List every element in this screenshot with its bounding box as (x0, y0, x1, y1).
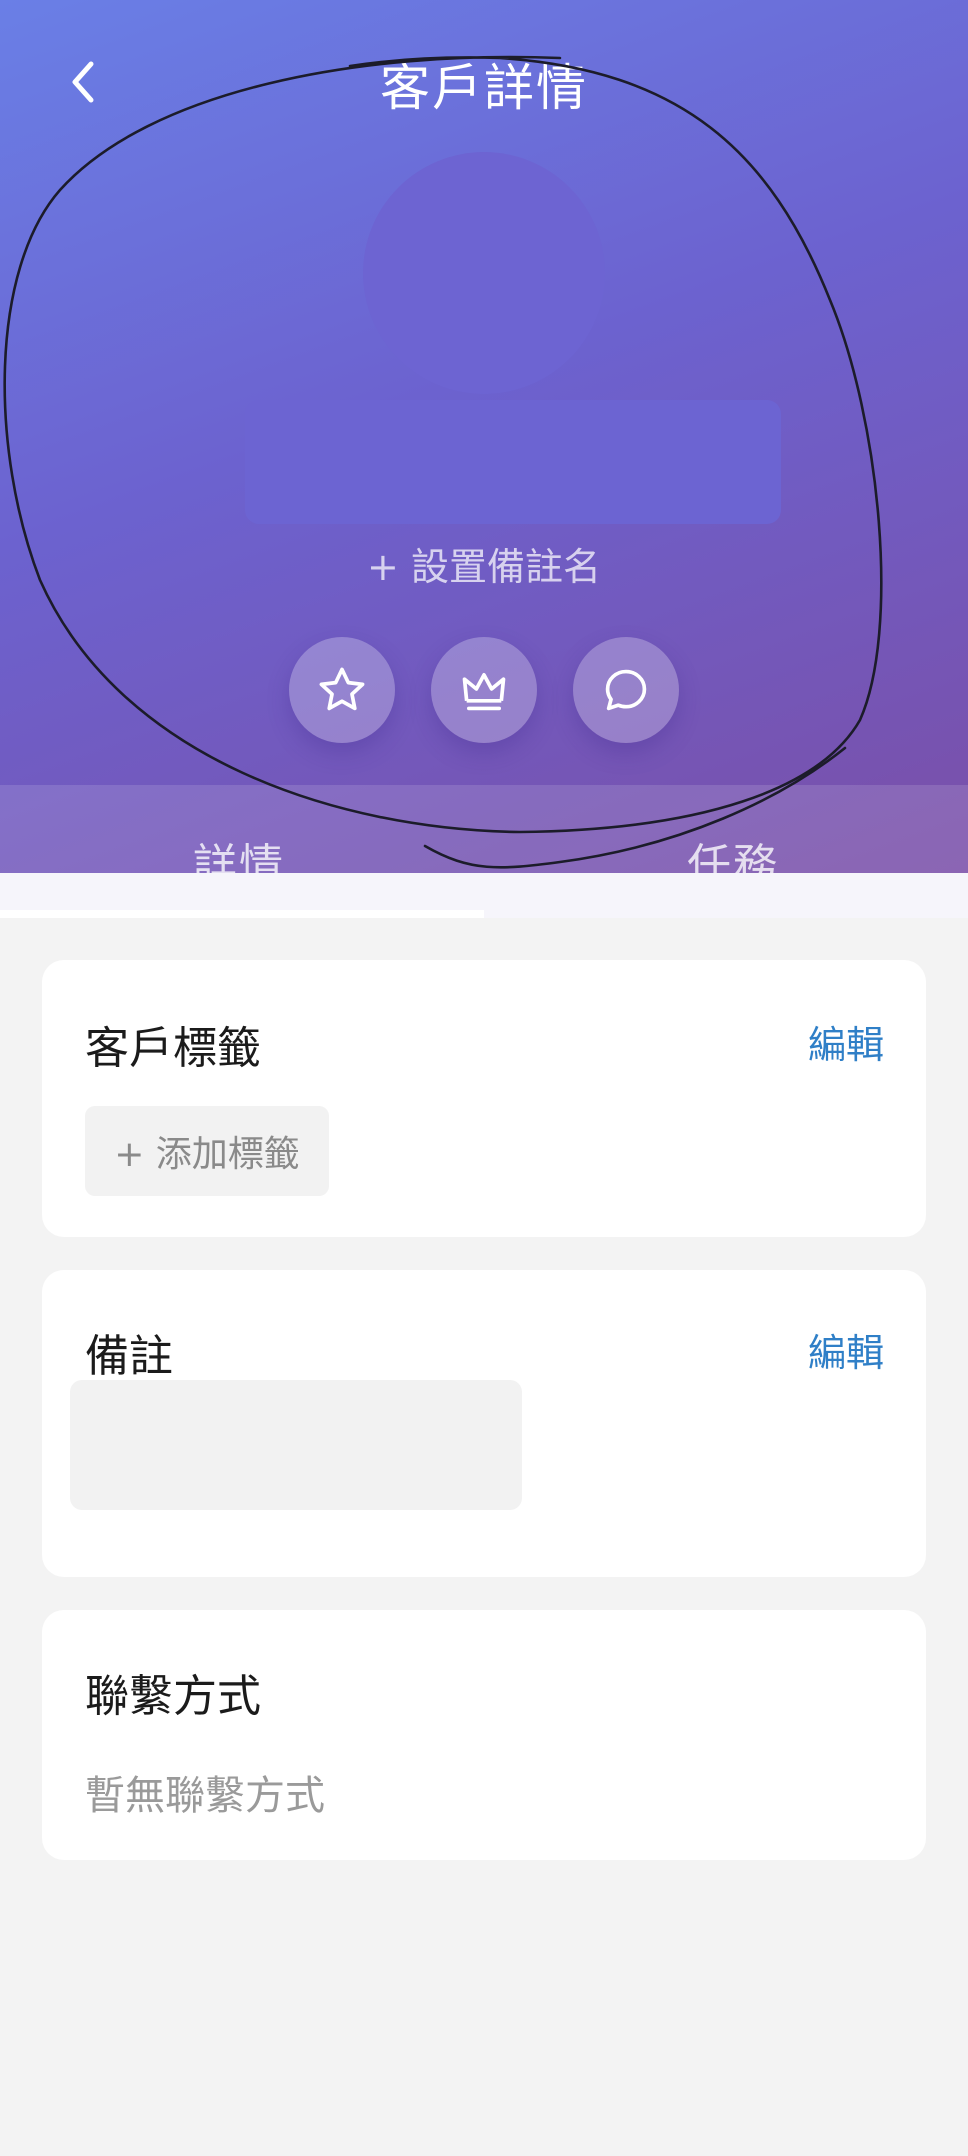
star-button[interactable] (289, 637, 395, 743)
star-icon (319, 667, 365, 711)
customer-tags-title: 客戶標籤 (85, 1023, 261, 1074)
chat-bubble-icon (605, 669, 647, 711)
page-title: 客戶詳情 (380, 59, 588, 117)
tab-tasks[interactable]: 任務 (687, 829, 779, 873)
remark-card: 備註 編輯 (42, 1270, 926, 1577)
action-buttons (0, 637, 968, 743)
remark-text-area[interactable] (70, 1380, 522, 1510)
contact-card: 聯繫方式 暫無聯繫方式 (42, 1610, 926, 1860)
tab-bar: 詳情 任務 (0, 785, 968, 873)
set-remark-name-button[interactable]: + 設置備註名 (0, 536, 968, 591)
crown-button[interactable] (431, 637, 537, 743)
avatar (363, 152, 605, 394)
contact-title: 聯繫方式 (85, 1671, 261, 1722)
add-tag-button[interactable]: + 添加標籤 (85, 1106, 329, 1196)
empty-contact-text: 暫無聯繫方式 (85, 1773, 325, 1819)
crown-icon (462, 672, 506, 711)
message-button[interactable] (573, 637, 679, 743)
customer-name-placeholder (245, 400, 781, 524)
edit-tags-button[interactable]: 編輯 (808, 1014, 884, 1069)
edit-remark-button[interactable]: 編輯 (808, 1322, 884, 1377)
customer-tags-card: 客戶標籤 編輯 + 添加標籤 (42, 960, 926, 1237)
profile-header: 客戶詳情 + 設置備註名 詳情 任務 (0, 0, 968, 873)
remark-title: 備註 (85, 1331, 173, 1382)
tab-details[interactable]: 詳情 (193, 829, 285, 873)
active-tab-indicator (0, 910, 484, 918)
